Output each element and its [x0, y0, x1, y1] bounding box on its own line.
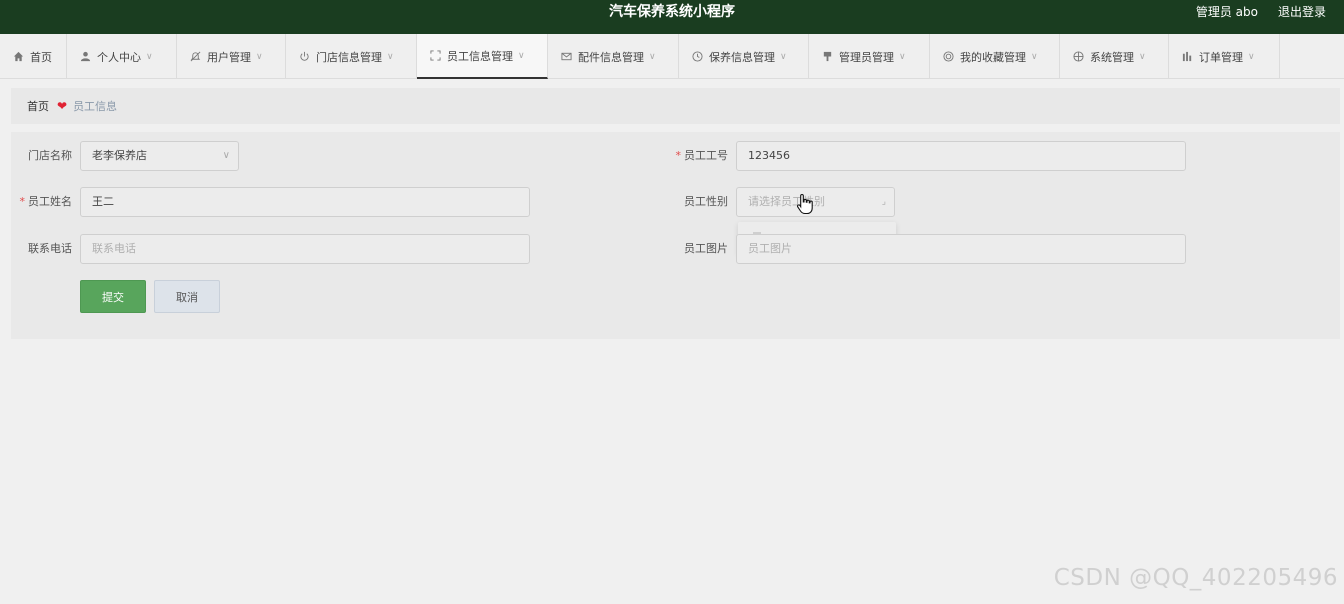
gender-label: 员工性别 [684, 195, 728, 208]
clock-icon [691, 51, 703, 63]
gender-select[interactable]: 请选择员工性别 ⌟ [736, 187, 895, 217]
nav-label: 我的收藏管理 [960, 50, 1026, 64]
compass-icon [1072, 51, 1084, 63]
chevron-down-icon: ∨ [1248, 51, 1255, 62]
current-user: 管理员 abo [1195, 5, 1258, 19]
chevron-down-icon: ∨ [387, 51, 394, 62]
power-icon [298, 51, 310, 63]
heart-icon: ❤ [57, 99, 68, 113]
nav-item-stores[interactable]: 门店信息管理 ∨ [286, 34, 417, 79]
mail-icon [560, 51, 572, 63]
hand-cursor-icon [796, 193, 813, 215]
nav-item-staff[interactable]: 员工信息管理 ∨ [417, 34, 548, 79]
breadcrumb-current: 员工信息 [73, 100, 118, 113]
nav-label: 订单管理 [1199, 50, 1243, 64]
nav-label: 管理员管理 [839, 50, 894, 64]
bell-off-icon [189, 51, 201, 63]
photo-label: 员工图片 [684, 242, 728, 255]
submit-button[interactable]: 提交 [80, 280, 146, 313]
chevron-down-icon: ∨ [256, 51, 263, 62]
nav-item-system[interactable]: 系统管理 ∨ [1060, 34, 1169, 79]
nav-label: 系统管理 [1090, 50, 1134, 64]
user-icon [79, 51, 91, 63]
name-input[interactable]: 王二 [80, 187, 530, 217]
breadcrumb: 首页 ❤ 员工信息 [11, 88, 1340, 124]
main-nav: 首页 个人中心 ∨ 用户管理 ∨ 门店信息管理 ∨ 员工信息管理 ∨ 配件信息管… [0, 34, 1344, 79]
top-header: 汽车保养系统小程序 管理员 abo 退出登录 [0, 0, 1344, 34]
phone-label: 联系电话 [28, 242, 72, 255]
nav-item-admins[interactable]: 管理员管理 ∨ [809, 34, 930, 79]
nav-item-favorites[interactable]: 我的收藏管理 ∨ [930, 34, 1060, 79]
nav-item-users[interactable]: 用户管理 ∨ [177, 34, 286, 79]
nav-label: 配件信息管理 [578, 50, 644, 64]
breadcrumb-home[interactable]: 首页 [27, 98, 49, 114]
nav-item-maintenance[interactable]: 保养信息管理 ∨ [679, 34, 809, 79]
chevron-down-icon: ∨ [899, 51, 906, 62]
target-icon [942, 51, 954, 63]
phone-input[interactable]: 联系电话 [80, 234, 530, 264]
nav-item-profile[interactable]: 个人中心 ∨ [67, 34, 177, 79]
chevron-down-icon: ∨ [146, 51, 153, 62]
chevron-down-icon: ∨ [518, 50, 525, 61]
name-label: * 员工姓名 [19, 195, 73, 208]
store-select[interactable]: 老李保养店 ∨ [80, 141, 239, 171]
chevron-down-icon: ∨ [1139, 51, 1146, 62]
staff-no-label: * 员工工号 [675, 149, 729, 162]
required-mark: * [675, 149, 682, 162]
store-label: 门店名称 [28, 149, 72, 162]
nav-item-parts[interactable]: 配件信息管理 ∨ [548, 34, 679, 79]
nav-label: 门店信息管理 [316, 50, 382, 64]
watermark: CSDN @QQ_402205496 [1053, 565, 1338, 591]
app-title: 汽车保养系统小程序 [609, 4, 735, 20]
pin-icon [821, 51, 833, 63]
chevron-down-icon: ∨ [780, 51, 787, 62]
home-icon [12, 51, 24, 63]
chevron-down-icon: ∨ [222, 150, 230, 161]
chevron-down-icon: ∨ [649, 51, 656, 62]
nav-item-home[interactable]: 首页 [0, 34, 67, 79]
staff-no-input[interactable]: 123456 [736, 141, 1186, 171]
logout-link[interactable]: 退出登录 [1278, 0, 1326, 24]
photo-input[interactable]: 员工图片 [736, 234, 1186, 264]
nav-label: 保养信息管理 [709, 50, 775, 64]
nav-label: 员工信息管理 [447, 49, 513, 63]
required-mark: * [19, 195, 26, 208]
nav-item-orders[interactable]: 订单管理 ∨ [1169, 34, 1280, 79]
nav-label: 个人中心 [97, 50, 141, 64]
nav-label: 用户管理 [207, 50, 251, 64]
store-select-value: 老李保养店 [92, 149, 147, 162]
cancel-button[interactable]: 取消 [154, 280, 220, 313]
chevron-down-icon: ∨ [1031, 51, 1038, 62]
nav-label: 首页 [30, 50, 52, 64]
fullscreen-icon [429, 50, 441, 62]
resize-corner-icon: ⌟ [881, 197, 886, 207]
chart-icon [1181, 51, 1193, 63]
